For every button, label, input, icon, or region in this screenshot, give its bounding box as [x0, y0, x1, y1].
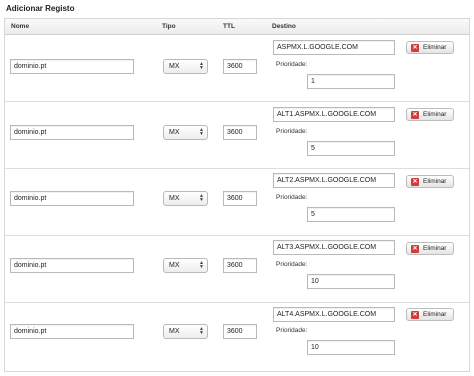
updown-chevron-icon: ▲ ▼: [199, 260, 204, 270]
destination-input[interactable]: ALT2.ASPMX.L.GOOGLE.COM: [273, 173, 395, 188]
type-select[interactable]: MX ▲ ▼: [163, 125, 208, 140]
type-select-value: MX: [169, 262, 180, 269]
delete-button-label: Eliminar: [423, 44, 447, 51]
destination-input[interactable]: ASPMX.L.GOOGLE.COM: [273, 40, 395, 55]
table-row: dominio.pt MX ▲ ▼ 3600 ALT2.ASPMX.L.GOOGL…: [5, 170, 469, 236]
priority-label: Prioridade:: [276, 128, 308, 135]
name-input[interactable]: dominio.pt: [10, 324, 134, 339]
ttl-input[interactable]: 3600: [223, 59, 257, 74]
type-select[interactable]: MX ▲ ▼: [163, 324, 208, 339]
priority-label: Prioridade:: [276, 61, 308, 68]
close-icon: ✕: [411, 245, 419, 253]
name-input[interactable]: dominio.pt: [10, 258, 134, 273]
updown-chevron-icon: ▲ ▼: [199, 127, 204, 137]
delete-button[interactable]: ✕ Eliminar: [406, 41, 454, 54]
delete-button[interactable]: ✕ Eliminar: [406, 175, 454, 188]
delete-button[interactable]: ✕ Eliminar: [406, 108, 454, 121]
column-header-nome: Nome: [11, 23, 30, 30]
priority-label: Prioridade:: [276, 327, 308, 334]
close-icon: ✕: [411, 111, 419, 119]
type-select[interactable]: MX ▲ ▼: [163, 191, 208, 206]
destination-input[interactable]: ALT3.ASPMX.L.GOOGLE.COM: [273, 240, 395, 255]
updown-chevron-icon: ▲ ▼: [199, 326, 204, 336]
ttl-input[interactable]: 3600: [223, 258, 257, 273]
updown-chevron-icon: ▲ ▼: [199, 61, 204, 71]
column-header-destino: Destino: [272, 23, 296, 30]
priority-input[interactable]: 5: [307, 141, 395, 156]
ttl-input[interactable]: 3600: [223, 324, 257, 339]
delete-button-label: Eliminar: [423, 245, 447, 252]
delete-button-label: Eliminar: [423, 311, 447, 318]
updown-chevron-icon: ▲ ▼: [199, 193, 204, 203]
destination-input[interactable]: ALT1.ASPMX.L.GOOGLE.COM: [273, 107, 395, 122]
priority-label: Prioridade:: [276, 261, 308, 268]
destination-input[interactable]: ALT4.ASPMX.L.GOOGLE.COM: [273, 307, 395, 322]
name-input[interactable]: dominio.pt: [10, 191, 134, 206]
priority-label: Prioridade:: [276, 194, 308, 201]
type-select-value: MX: [169, 63, 180, 70]
delete-button-label: Eliminar: [423, 111, 447, 118]
type-select-value: MX: [169, 195, 180, 202]
dns-records-table: Nome Tipo TTL Destino dominio.pt MX ▲ ▼ 3…: [4, 18, 470, 372]
priority-input[interactable]: 10: [307, 274, 395, 289]
name-input[interactable]: dominio.pt: [10, 125, 134, 140]
table-row: dominio.pt MX ▲ ▼ 3600 ALT3.ASPMX.L.GOOGL…: [5, 237, 469, 303]
close-icon: ✕: [411, 44, 419, 52]
delete-button[interactable]: ✕ Eliminar: [406, 308, 454, 321]
type-select-value: MX: [169, 129, 180, 136]
ttl-input[interactable]: 3600: [223, 125, 257, 140]
column-header-tipo: Tipo: [162, 23, 176, 30]
delete-button[interactable]: ✕ Eliminar: [406, 242, 454, 255]
type-select-value: MX: [169, 328, 180, 335]
delete-button-label: Eliminar: [423, 178, 447, 185]
priority-input[interactable]: 10: [307, 340, 395, 355]
section-title: Adicionar Registo: [6, 4, 75, 13]
ttl-input[interactable]: 3600: [223, 191, 257, 206]
table-row: dominio.pt MX ▲ ▼ 3600 ALT4.ASPMX.L.GOOGL…: [5, 304, 469, 370]
type-select[interactable]: MX ▲ ▼: [163, 59, 208, 74]
close-icon: ✕: [411, 311, 419, 319]
priority-input[interactable]: 5: [307, 207, 395, 222]
priority-input[interactable]: 1: [307, 74, 395, 89]
name-input[interactable]: dominio.pt: [10, 59, 134, 74]
table-row: dominio.pt MX ▲ ▼ 3600 ALT1.ASPMX.L.GOOGL…: [5, 103, 469, 169]
table-row: dominio.pt MX ▲ ▼ 3600 ASPMX.L.GOOGLE.COM…: [5, 36, 469, 102]
table-header: Nome Tipo TTL Destino: [5, 19, 469, 35]
close-icon: ✕: [411, 178, 419, 186]
column-header-ttl: TTL: [223, 23, 235, 30]
type-select[interactable]: MX ▲ ▼: [163, 258, 208, 273]
